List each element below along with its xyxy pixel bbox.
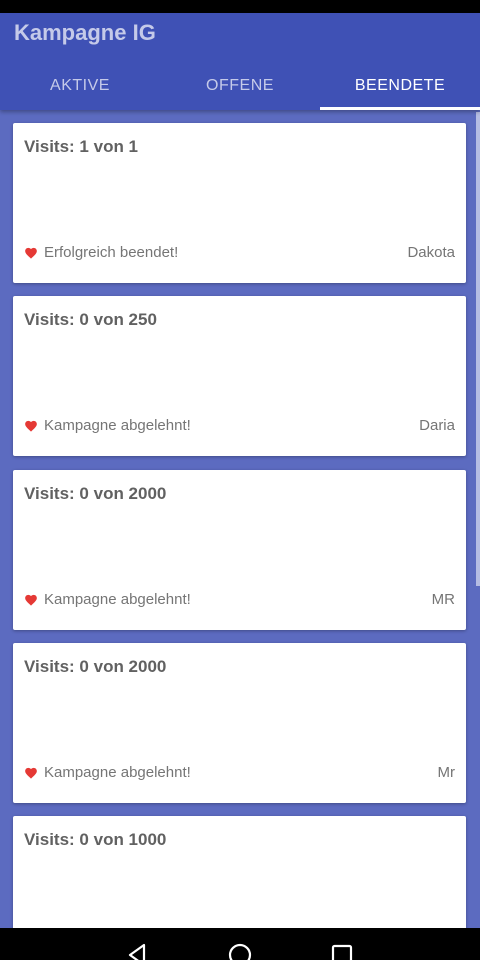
- campaign-card[interactable]: Visits: 0 von 2000 Kampagne abgelehnt! M…: [13, 470, 466, 630]
- campaign-card[interactable]: Visits: 0 von 1000: [13, 816, 466, 928]
- card-footer: Kampagne abgelehnt! MR: [24, 588, 455, 610]
- campaign-status: Erfolgreich beendet!: [44, 243, 179, 261]
- visits-count: Visits: 0 von 250: [24, 310, 157, 329]
- card-footer: Erfolgreich beendet! Dakota: [24, 241, 455, 263]
- campaign-user: Daria: [419, 416, 455, 434]
- campaign-card[interactable]: Visits: 0 von 250 Kampagne abgelehnt! Da…: [13, 296, 466, 456]
- card-footer: Kampagne abgelehnt! Mr: [24, 761, 455, 783]
- back-icon[interactable]: [124, 942, 150, 960]
- app-bar: Kampagne IG AKTIVE OFFENE BEENDETE: [0, 13, 480, 110]
- visits-count: Visits: 0 von 2000: [24, 484, 167, 503]
- recents-icon[interactable]: [329, 942, 355, 960]
- visits-count: Visits: 0 von 2000: [24, 657, 167, 676]
- page-title: Kampagne IG: [14, 20, 156, 45]
- system-nav-bar: [0, 928, 480, 960]
- heart-icon: [25, 247, 37, 259]
- campaign-card[interactable]: Visits: 1 von 1 Erfolgreich beendet! Dak…: [13, 123, 466, 283]
- heart-icon: [25, 767, 37, 779]
- tab-beendete[interactable]: BEENDETE: [320, 61, 480, 110]
- heart-icon: [25, 594, 37, 606]
- tab-offene[interactable]: OFFENE: [160, 61, 320, 110]
- tab-bar: AKTIVE OFFENE BEENDETE: [0, 61, 480, 110]
- tab-aktive[interactable]: AKTIVE: [0, 61, 160, 110]
- campaign-status: Kampagne abgelehnt!: [44, 416, 191, 434]
- campaign-user: Dakota: [407, 243, 455, 261]
- campaign-list[interactable]: Visits: 1 von 1 Erfolgreich beendet! Dak…: [0, 110, 480, 928]
- scrollbar[interactable]: [476, 112, 480, 586]
- visits-count: Visits: 0 von 1000: [24, 830, 167, 849]
- campaign-user: MR: [431, 590, 455, 608]
- campaign-status: Kampagne abgelehnt!: [44, 763, 191, 781]
- home-icon[interactable]: [227, 942, 253, 960]
- campaign-status: Kampagne abgelehnt!: [44, 590, 191, 608]
- campaign-card[interactable]: Visits: 0 von 2000 Kampagne abgelehnt! M…: [13, 643, 466, 803]
- campaign-user: Mr: [437, 763, 456, 781]
- visits-count: Visits: 1 von 1: [24, 137, 139, 156]
- status-bar: [0, 0, 480, 13]
- card-footer: Kampagne abgelehnt! Daria: [24, 414, 455, 436]
- heart-icon: [25, 420, 37, 432]
